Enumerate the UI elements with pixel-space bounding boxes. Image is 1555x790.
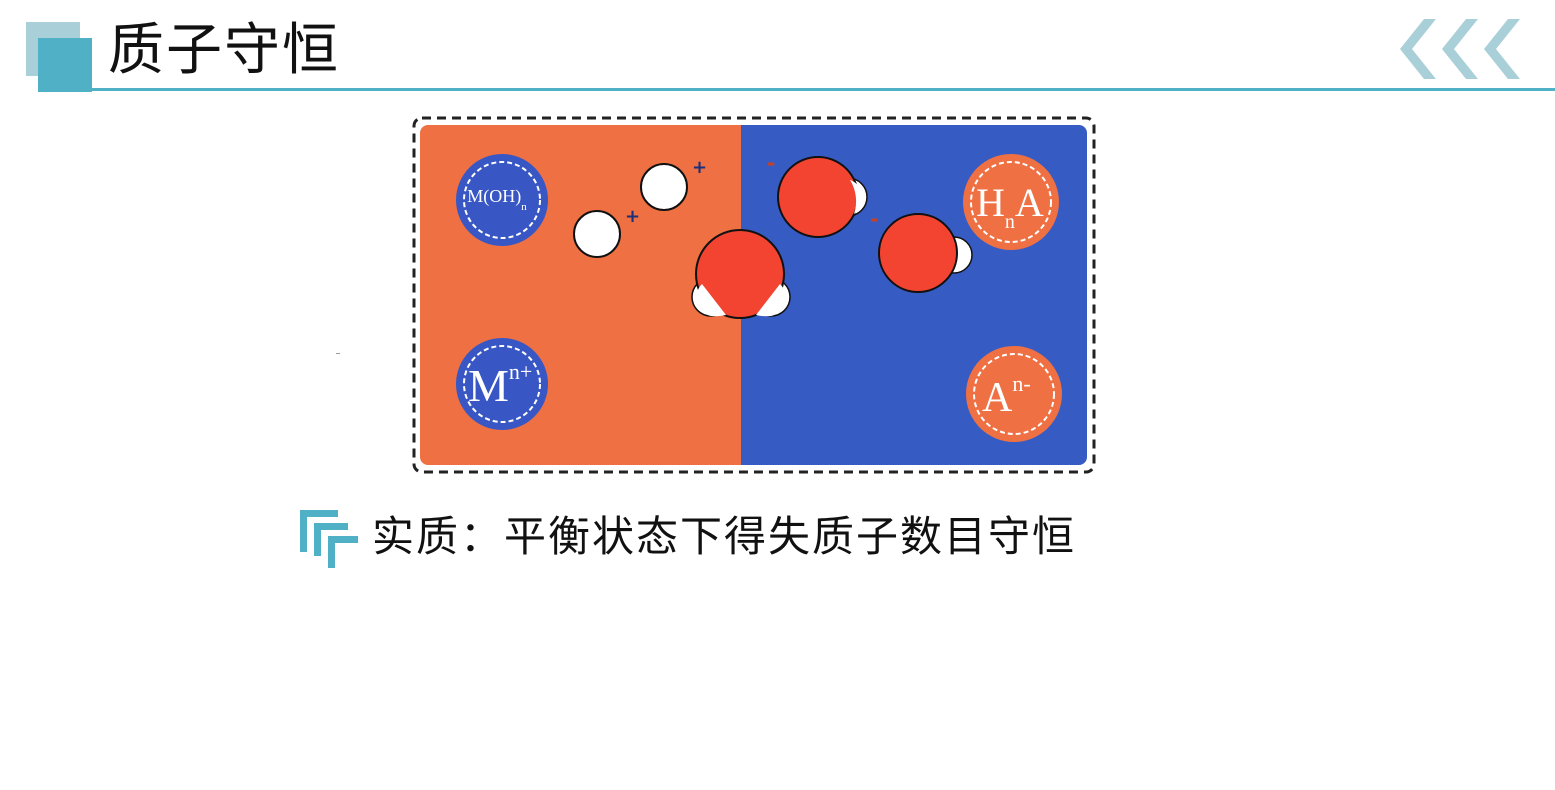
caption-text: 实质：平衡状态下得失质子数目守恒 (372, 512, 1077, 561)
back-chevrons-icon (1400, 19, 1520, 79)
cation-label: M (468, 360, 509, 411)
proton-2-charge: + (692, 157, 707, 178)
hydroxide-1-charge: - (767, 151, 775, 175)
anion: An- (966, 346, 1062, 442)
title-underline (38, 88, 1555, 91)
acid-h-label: H (976, 180, 1005, 225)
chevron-left-icon (1400, 19, 1436, 79)
acid-molecule: HnA (963, 154, 1059, 250)
title-decor-square-front (38, 38, 92, 92)
proton-1-charge: + (625, 206, 640, 227)
chevron-left-icon (1484, 19, 1520, 79)
chevron-group (1400, 19, 1520, 79)
hydroxide-2-charge: - (870, 207, 878, 231)
base-molecule: M(OH)n (456, 154, 548, 246)
page-title: 质子守恒 (108, 18, 340, 83)
acid-a-label: A (1015, 180, 1044, 225)
corner-brackets-icon (300, 510, 358, 568)
cation: Mn+ (456, 338, 548, 430)
base-molecule-subscript: n (521, 201, 527, 213)
anion-superscript: n- (1012, 371, 1030, 396)
stray-speck (336, 353, 340, 354)
proton-transfer-diagram: M(OH)n Mn+ HnA An- + + - - (412, 116, 1096, 474)
anion-label: A (982, 375, 1013, 421)
base-molecule-label: M(OH) (467, 186, 521, 207)
chevron-left-icon (1442, 19, 1478, 79)
acid-subscript: n (1005, 211, 1015, 233)
cation-superscript: n+ (509, 359, 532, 384)
